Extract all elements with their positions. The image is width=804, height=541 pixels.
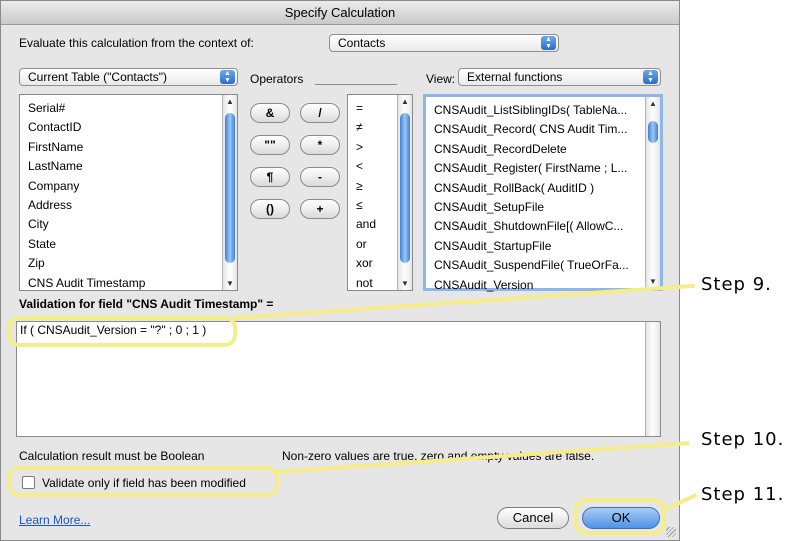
list-item[interactable]: = bbox=[348, 99, 393, 118]
list-item[interactable]: Serial# bbox=[20, 99, 215, 118]
list-item[interactable]: CNS Audit Timestamp bbox=[20, 274, 215, 293]
list-item[interactable]: LastName bbox=[20, 157, 215, 176]
fields-list[interactable]: ▲ ▼ Serial# ContactID FirstName LastName Com… bbox=[19, 94, 238, 291]
table-selector-value: Current Table ("Contacts") bbox=[28, 70, 168, 84]
list-item[interactable]: xor bbox=[348, 254, 393, 273]
learn-more-link[interactable]: Learn More... bbox=[19, 513, 90, 527]
operator-button[interactable]: () bbox=[250, 199, 290, 219]
operators-divider bbox=[315, 84, 397, 85]
dropdown-arrows-icon: ▲ ▼ bbox=[220, 70, 235, 84]
list-item[interactable]: ≥ bbox=[348, 177, 393, 196]
resize-grip-icon[interactable] bbox=[666, 527, 676, 537]
operator-button[interactable]: * bbox=[300, 135, 340, 155]
list-item[interactable]: Address bbox=[20, 196, 215, 215]
formula-heading: Validation for field "CNS Audit Timestam… bbox=[19, 297, 274, 311]
specify-calculation-dialog: Specify Calculation Evaluate this calcul… bbox=[0, 0, 680, 541]
operator-button[interactable]: & bbox=[250, 103, 290, 123]
list-item[interactable]: ContactID bbox=[20, 118, 215, 137]
cancel-button[interactable]: Cancel bbox=[497, 507, 569, 529]
list-item[interactable]: and bbox=[348, 215, 393, 234]
scroll-up-icon[interactable]: ▲ bbox=[398, 95, 412, 108]
scroll-thumb[interactable] bbox=[225, 113, 235, 263]
context-label: Evaluate this calculation from the conte… bbox=[19, 36, 254, 50]
scroll-up-icon[interactable]: ▲ bbox=[646, 97, 660, 110]
view-dropdown-value: External functions bbox=[467, 70, 563, 84]
operators-label: Operators bbox=[250, 72, 304, 86]
dropdown-arrows-icon: ▲ ▼ bbox=[643, 70, 658, 84]
table-selector-dropdown[interactable]: Current Table ("Contacts") ▲ ▼ bbox=[19, 68, 238, 86]
formula-scrollbar[interactable] bbox=[645, 322, 660, 436]
list-item[interactable]: Zip bbox=[20, 254, 215, 273]
context-dropdown-value: Contacts bbox=[338, 36, 386, 50]
list-item[interactable]: CNSAudit_SetupFile bbox=[426, 198, 644, 217]
list-item[interactable]: Company bbox=[20, 177, 215, 196]
operators-list[interactable]: ▲ ▼ = ≠ > < ≥ ≤ and or xor not bbox=[347, 94, 413, 291]
functions-list-scrollbar[interactable]: ▲ ▼ bbox=[645, 97, 660, 288]
scroll-thumb[interactable] bbox=[400, 113, 410, 263]
list-item[interactable]: ≤ bbox=[348, 196, 393, 215]
list-item[interactable]: CNSAudit_StartupFile bbox=[426, 237, 644, 256]
list-item[interactable]: > bbox=[348, 138, 393, 157]
step10-highlight bbox=[7, 466, 279, 497]
list-item[interactable]: CNSAudit_SuspendFile( TrueOrFa... bbox=[426, 256, 644, 275]
step9-label: Step 9. bbox=[701, 274, 772, 295]
dialog-title-bar: Specify Calculation bbox=[1, 1, 679, 25]
list-item[interactable]: < bbox=[348, 157, 393, 176]
step11-label: Step 11. bbox=[701, 484, 785, 505]
scroll-down-icon[interactable]: ▼ bbox=[223, 277, 237, 290]
view-dropdown[interactable]: External functions ▲ ▼ bbox=[458, 68, 661, 86]
operator-button[interactable]: / bbox=[300, 103, 340, 123]
result-note: Calculation result must be Boolean bbox=[19, 449, 205, 463]
step11-highlight bbox=[574, 498, 666, 535]
dropdown-arrows-icon: ▲ ▼ bbox=[541, 36, 556, 50]
list-item[interactable]: FirstName bbox=[20, 138, 215, 157]
step9-highlight bbox=[7, 316, 237, 347]
list-item[interactable]: City bbox=[20, 215, 215, 234]
scroll-thumb[interactable] bbox=[648, 121, 658, 143]
functions-list[interactable]: ▲ ▼ CNSAudit_ListSiblingIDs( TableNa... C… bbox=[423, 94, 663, 292]
step10-label: Step 10. bbox=[701, 429, 785, 450]
list-item[interactable]: CNSAudit_Register( FirstName ; L... bbox=[426, 159, 644, 178]
operator-button[interactable]: - bbox=[300, 167, 340, 187]
dialog-title: Specify Calculation bbox=[284, 5, 396, 20]
list-item[interactable]: not bbox=[348, 274, 393, 293]
scroll-up-icon[interactable]: ▲ bbox=[223, 95, 237, 108]
operator-button[interactable]: "" bbox=[250, 135, 290, 155]
list-item[interactable]: ≠ bbox=[348, 118, 393, 137]
list-item[interactable]: CNSAudit_Record( CNS Audit Tim... bbox=[426, 120, 644, 139]
list-item[interactable]: State bbox=[20, 235, 215, 254]
operator-button[interactable]: ¶ bbox=[250, 167, 290, 187]
context-dropdown[interactable]: Contacts ▲ ▼ bbox=[329, 34, 559, 52]
list-item[interactable]: CNSAudit_RollBack( AuditID ) bbox=[426, 179, 644, 198]
operators-list-scrollbar[interactable]: ▲ ▼ bbox=[397, 95, 412, 290]
list-item[interactable]: or bbox=[348, 235, 393, 254]
list-item[interactable]: CNSAudit_ListSiblingIDs( TableNa... bbox=[426, 101, 644, 120]
list-item[interactable]: CNSAudit_ShutdownFile[( AllowC... bbox=[426, 217, 644, 236]
view-label: View: bbox=[426, 72, 456, 86]
list-item[interactable]: CNSAudit_RecordDelete bbox=[426, 140, 644, 159]
fields-list-scrollbar[interactable]: ▲ ▼ bbox=[222, 95, 237, 290]
operator-button[interactable]: + bbox=[300, 199, 340, 219]
scroll-down-icon[interactable]: ▼ bbox=[398, 277, 412, 290]
